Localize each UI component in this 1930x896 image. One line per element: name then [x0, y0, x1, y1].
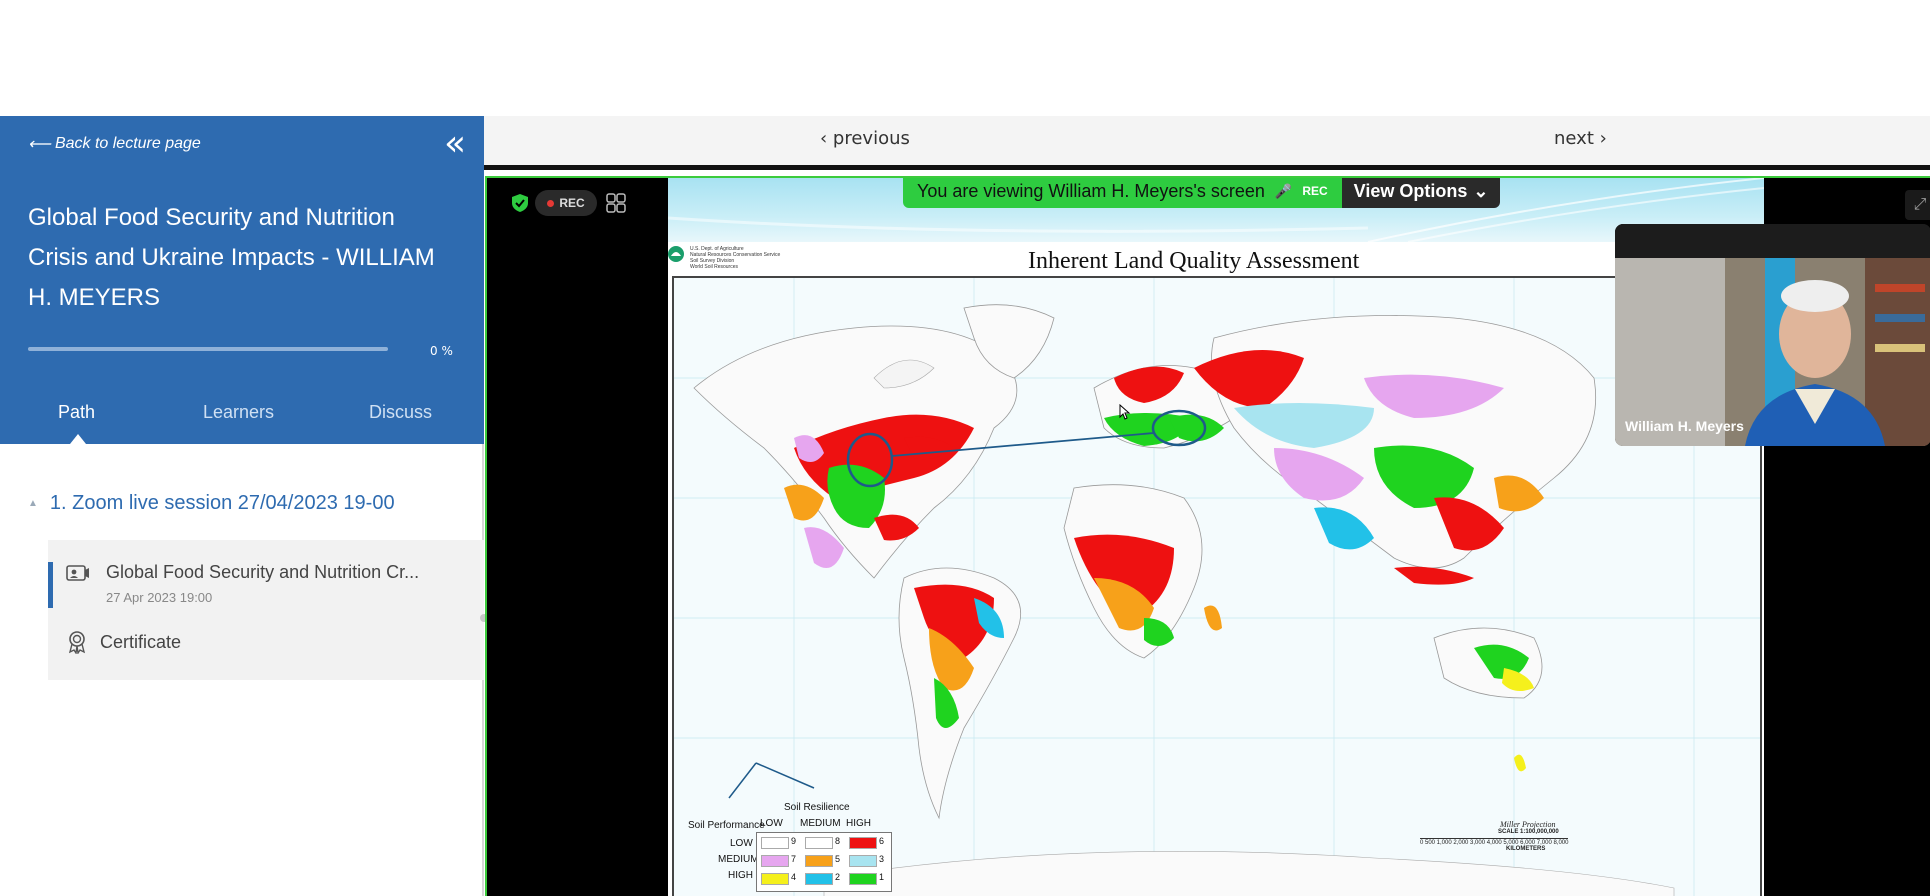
- view-options-label: View Options: [1353, 180, 1468, 201]
- legend-class-number: 3: [879, 854, 885, 864]
- share-notice-text: You are viewing William H. Meyers's scre…: [917, 180, 1265, 201]
- map-legend: Soil Resilience Soil Performance LOW MED…: [688, 798, 968, 896]
- back-link-label: Back to lecture page: [54, 135, 201, 152]
- collapse-triangle-icon: ▲: [28, 498, 38, 509]
- legend-class-number: 1: [879, 872, 885, 882]
- tab-path[interactable]: Path: [58, 402, 95, 423]
- legend-row-high: HIGH: [728, 870, 753, 881]
- participant-name: William H. Meyers: [1625, 418, 1744, 434]
- chevron-down-icon: ⌄: [1473, 180, 1489, 201]
- sidebar-header: ⟵ Back to lecture page « Global Food Sec…: [0, 116, 484, 444]
- legend-row-medium: MEDIUM: [718, 854, 759, 865]
- fullscreen-expand-icon[interactable]: ⤢: [1905, 190, 1930, 220]
- legend-swatch: [849, 873, 877, 885]
- section-label: 1. Zoom live session 27/04/2023 19-00: [49, 492, 395, 514]
- legend-performance-label: Soil Performance: [688, 820, 765, 831]
- active-tab-indicator: [70, 434, 86, 444]
- video-lesson-icon: [66, 565, 89, 581]
- legend-class-number: 6: [879, 836, 885, 846]
- legend-grid: 9 8 6 7 5 3 4 2 1: [756, 832, 892, 892]
- zoom-meeting-view: REC U.S. Dept. of Agriculture Natural Re…: [485, 176, 1930, 896]
- lesson-list: Global Food Security and Nutrition Cr...…: [48, 540, 488, 680]
- mouse-cursor-icon: [1119, 404, 1131, 420]
- progress-bar: [28, 347, 388, 351]
- tab-learners[interactable]: Learners: [203, 402, 274, 423]
- legend-swatch: [805, 837, 833, 849]
- mic-muted-icon: 🎤: [1274, 182, 1293, 199]
- previous-label: previous: [832, 128, 910, 149]
- tab-discuss[interactable]: Discuss: [369, 402, 432, 423]
- certificate-label: Certificate: [100, 631, 182, 652]
- section-zoom-live-session[interactable]: ▲ 1. Zoom live session 27/04/2023 19-00: [28, 492, 395, 515]
- scale-label: SCALE 1:100,000,000: [1498, 829, 1559, 835]
- legend-class-number: 4: [791, 872, 797, 882]
- share-notice: You are viewing William H. Meyers's scre…: [903, 178, 1342, 208]
- shared-slide: U.S. Dept. of Agriculture Natural Resour…: [667, 178, 1765, 896]
- certificate-badge-icon: [68, 631, 86, 654]
- next-label: next: [1554, 128, 1594, 149]
- back-to-lecture-link[interactable]: ⟵ Back to lecture page: [28, 134, 201, 154]
- next-button[interactable]: next ›: [1554, 128, 1607, 149]
- legend-col-high: HIGH: [846, 818, 871, 829]
- participant-video-feed: [1615, 224, 1930, 446]
- chevron-right-icon: ›: [1593, 128, 1607, 149]
- agency-text: U.S. Dept. of Agriculture Natural Resour…: [690, 246, 780, 270]
- legend-swatch: [761, 873, 789, 885]
- security-shield-icon[interactable]: [509, 192, 531, 214]
- scale-unit: KILOMETERS: [1506, 846, 1546, 852]
- projection-label: Miller Projection: [1500, 820, 1556, 829]
- progress-percent: 0 %: [430, 344, 453, 358]
- legend-class-number: 2: [835, 872, 841, 882]
- lesson-title: Global Food Security and Nutrition Cr...: [106, 562, 420, 582]
- recording-indicator[interactable]: REC: [535, 190, 597, 216]
- rec-label: REC: [559, 196, 585, 210]
- agency-line: World Soil Resources: [690, 264, 738, 270]
- share-rec-label: REC: [1302, 184, 1328, 198]
- collapse-sidebar-icon[interactable]: «: [444, 126, 466, 162]
- recording-dot-icon: [547, 199, 555, 207]
- legend-swatch: [849, 837, 877, 849]
- certificate-item[interactable]: Certificate: [66, 630, 181, 654]
- legend-col-medium: MEDIUM: [800, 818, 841, 829]
- scale-ticks: 0 500 1,000 2,000 3,000 4,000 5,000 6,00…: [1420, 838, 1569, 846]
- arrow-left-icon: ⟵: [28, 136, 51, 153]
- legend-swatch: [805, 873, 833, 885]
- legend-swatch: [761, 855, 789, 867]
- legend-col-low: LOW: [760, 818, 783, 829]
- legend-class-number: 7: [791, 854, 797, 864]
- course-title: Global Food Security and Nutrition Crisi…: [28, 204, 435, 311]
- lesson-date: 27 Apr 2023 19:00: [106, 590, 213, 605]
- legend-swatch: [849, 855, 877, 867]
- slide-title: Inherent Land Quality Assessment: [1028, 248, 1360, 274]
- chevron-left-icon: ‹: [820, 128, 833, 149]
- legend-resilience-label: Soil Resilience: [784, 802, 850, 813]
- screen-share-banner: You are viewing William H. Meyers's scre…: [903, 178, 1501, 208]
- usda-logo: [668, 246, 684, 262]
- map-scale: Miller Projection SCALE 1:100,000,000 0 …: [1420, 820, 1569, 852]
- legend-class-number: 9: [791, 836, 797, 846]
- legend-swatch: [805, 855, 833, 867]
- legend-class-number: 5: [835, 854, 841, 864]
- course-sidebar: ⟵ Back to lecture page « Global Food Sec…: [0, 116, 488, 896]
- legend-swatch: [761, 837, 789, 849]
- active-lesson-indicator: [48, 562, 53, 608]
- previous-button[interactable]: ‹ previous: [820, 128, 910, 149]
- gallery-view-icon[interactable]: [605, 192, 627, 214]
- participant-video[interactable]: William H. Meyers: [1615, 224, 1930, 446]
- legend-class-number: 8: [835, 836, 841, 846]
- lecture-navbar: ‹ previous next ›: [484, 116, 1930, 170]
- view-options-button[interactable]: View Options ⌄: [1341, 178, 1501, 208]
- legend-row-low: LOW: [730, 838, 753, 849]
